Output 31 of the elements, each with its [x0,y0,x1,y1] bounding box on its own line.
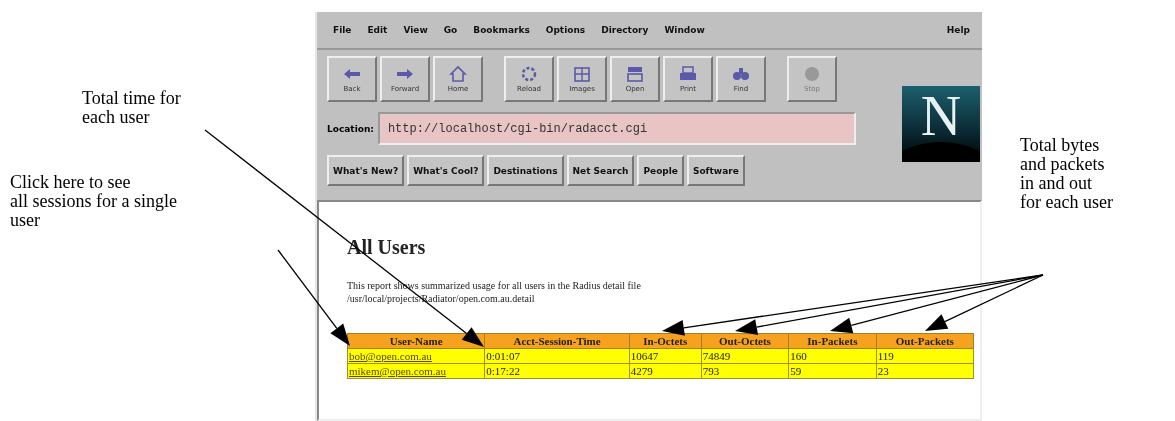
directory-button[interactable]: Destinations [487,155,564,186]
callout-text: Total time for each user [82,89,181,127]
stop-sign-icon [802,65,822,83]
column-header: In-Octets [629,333,702,349]
column-header: Out-Packets [876,333,974,349]
printer-icon [678,65,698,83]
callout-text: Click here to see all sessions for a single user [10,173,177,230]
callout-text: Total bytes and packets in and out for each user [1020,136,1113,212]
location-field[interactable]: http://localhost/cgi-bin/radacct.cgi [377,112,856,145]
column-header: User-Name [347,333,485,349]
menu-item[interactable]: Go [435,25,466,35]
menu-item[interactable]: Window [656,25,713,35]
column-header: In-Packets [788,333,877,349]
binoculars-icon [731,65,751,83]
menu-item[interactable]: Options [537,25,594,35]
location-label: Location: [327,123,374,134]
menu-item[interactable]: Edit [359,25,396,35]
directory-button[interactable]: Net Search [566,155,635,186]
directory-button[interactable]: What's Cool? [407,155,485,186]
menu-item[interactable]: View [395,25,436,35]
menu-item[interactable]: Help [942,25,974,35]
menu-item[interactable]: Bookmarks [465,25,538,35]
directory-button[interactable]: What's New? [327,155,405,186]
column-header: Acct-Session-Time [484,333,630,349]
house-icon [448,65,468,83]
menu-item[interactable]: Directory [593,25,657,35]
menu-item[interactable]: File [325,25,360,35]
directory-button[interactable]: People [637,155,684,186]
column-header: Out-Octets [701,333,789,349]
browser-logo: N [902,86,980,162]
directory-button[interactable]: Software [686,155,745,186]
